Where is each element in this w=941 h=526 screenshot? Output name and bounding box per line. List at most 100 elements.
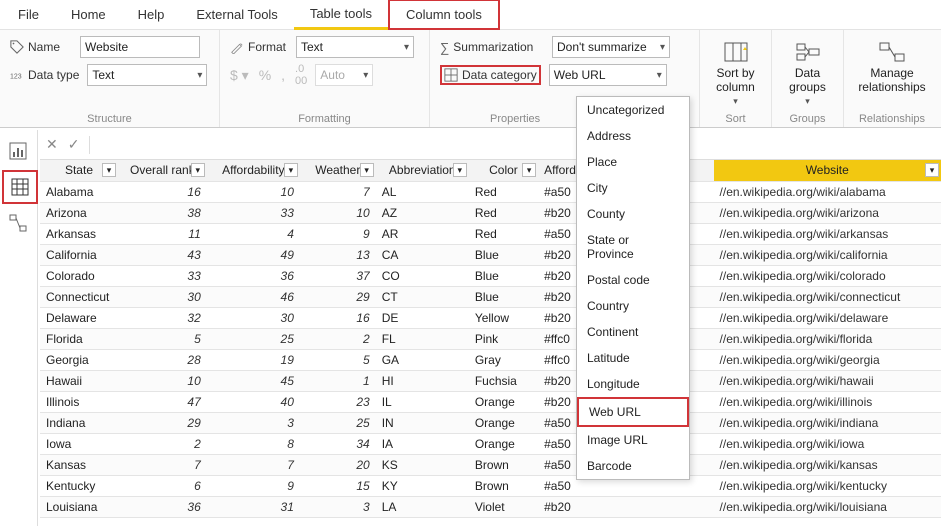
cell: Brown xyxy=(469,475,538,496)
cell: 8 xyxy=(207,433,300,454)
datatype-select[interactable]: Text xyxy=(87,64,207,86)
cell: //en.wikipedia.org/wiki/california xyxy=(714,244,941,265)
col-affordability[interactable]: Affordability▾ xyxy=(207,160,300,181)
filter-icon[interactable]: ▾ xyxy=(191,163,205,177)
tab-external-tools[interactable]: External Tools xyxy=(180,1,293,28)
filter-icon[interactable]: ▾ xyxy=(102,163,116,177)
tab-home[interactable]: Home xyxy=(55,1,122,28)
option-postal-code[interactable]: Postal code xyxy=(577,267,689,293)
col-state[interactable]: State▾ xyxy=(40,160,118,181)
cell: Brown xyxy=(469,454,538,475)
option-longitude[interactable]: Longitude xyxy=(577,371,689,397)
filter-icon[interactable]: ▾ xyxy=(522,163,536,177)
option-place[interactable]: Place xyxy=(577,149,689,175)
cell: 33 xyxy=(118,265,207,286)
cell: 10 xyxy=(118,370,207,391)
cell: //en.wikipedia.org/wiki/louisiana xyxy=(714,496,941,517)
percent-icon[interactable]: % xyxy=(259,67,271,83)
tab-column-tools[interactable]: Column tools xyxy=(388,0,500,30)
group-structure: Name Website 123 Data type Text Structur… xyxy=(0,30,220,127)
manage-relationships-button[interactable]: Manage relationships xyxy=(850,36,933,98)
table-row[interactable]: Arizona383310AZRed#b20//en.wikipedia.org… xyxy=(40,202,941,223)
cell: IA xyxy=(376,433,469,454)
table-row[interactable]: Arkansas1149ARRed#a50//en.wikipedia.org/… xyxy=(40,223,941,244)
group-formatting: Format Text $ ▾ % , .000 Auto Formatting xyxy=(220,30,430,127)
cell: Yellow xyxy=(469,307,538,328)
table-row[interactable]: Louisiana36313LAViolet#b20//en.wikipedia… xyxy=(40,496,941,517)
table-row[interactable]: Florida5252FLPink#ffc0//en.wikipedia.org… xyxy=(40,328,941,349)
filter-icon[interactable]: ▾ xyxy=(360,163,374,177)
cell: 40 xyxy=(207,391,300,412)
cell: 38 xyxy=(118,202,207,223)
cell: //en.wikipedia.org/wiki/arkansas xyxy=(714,223,941,244)
cell: LA xyxy=(376,496,469,517)
table-row[interactable]: Colorado333637COBlue#b20//en.wikipedia.o… xyxy=(40,265,941,286)
table-row[interactable]: Kentucky6915KYBrown#a50//en.wikipedia.or… xyxy=(40,475,941,496)
tab-table-tools[interactable]: Table tools xyxy=(294,0,388,30)
cell: Blue xyxy=(469,265,538,286)
cell: 2 xyxy=(118,433,207,454)
data-view-button[interactable] xyxy=(2,170,38,204)
cell: AR xyxy=(376,223,469,244)
option-county[interactable]: County xyxy=(577,201,689,227)
table-row[interactable]: Kansas7720KSBrown#a50//en.wikipedia.org/… xyxy=(40,454,941,475)
col-color[interactable]: Color▾ xyxy=(469,160,538,181)
option-state-or-province[interactable]: State or Province xyxy=(577,227,689,267)
tag-icon xyxy=(10,40,24,54)
format-select[interactable]: Text xyxy=(296,36,414,58)
report-view-button[interactable] xyxy=(0,134,36,168)
view-rail xyxy=(0,130,38,526)
option-continent[interactable]: Continent xyxy=(577,319,689,345)
datacategory-select[interactable]: Web URL xyxy=(549,64,667,86)
cell: Red xyxy=(469,181,538,202)
summarization-select[interactable]: Don't summarize xyxy=(552,36,670,58)
data-groups-button[interactable]: Data groups▾ xyxy=(781,36,834,111)
cell: //en.wikipedia.org/wiki/connecticut xyxy=(714,286,941,307)
cell: 9 xyxy=(300,223,376,244)
option-web-url[interactable]: Web URL xyxy=(577,397,689,427)
cell: Delaware xyxy=(40,307,118,328)
table-row[interactable]: Connecticut304629CTBlue#b20//en.wikipedi… xyxy=(40,286,941,307)
cell: 46 xyxy=(207,286,300,307)
category-icon xyxy=(444,68,458,82)
option-country[interactable]: Country xyxy=(577,293,689,319)
table-row[interactable]: Hawaii10451HIFuchsia#b20//en.wikipedia.o… xyxy=(40,370,941,391)
commit-icon[interactable]: ✓ xyxy=(68,136,80,153)
col-abbreviation[interactable]: Abbreviation▾ xyxy=(376,160,469,181)
name-input[interactable]: Website xyxy=(80,36,200,58)
separator xyxy=(89,136,90,154)
table-row[interactable]: Delaware323016DEYellow#b20//en.wikipedia… xyxy=(40,307,941,328)
cell xyxy=(592,496,713,517)
col-weather[interactable]: Weather▾ xyxy=(300,160,376,181)
cell: //en.wikipedia.org/wiki/georgia xyxy=(714,349,941,370)
option-barcode[interactable]: Barcode xyxy=(577,453,689,479)
cell: IN xyxy=(376,412,469,433)
table-row[interactable]: California434913CABlue#b20//en.wikipedia… xyxy=(40,244,941,265)
option-image-url[interactable]: Image URL xyxy=(577,427,689,453)
col-website[interactable]: Website▾ xyxy=(714,160,941,181)
report-view-icon xyxy=(9,142,27,160)
option-address[interactable]: Address xyxy=(577,123,689,149)
option-uncategorized[interactable]: Uncategorized xyxy=(577,97,689,123)
table-row[interactable]: Iowa2834IAOrange#a50//en.wikipedia.org/w… xyxy=(40,433,941,454)
auto-select[interactable]: Auto xyxy=(315,64,373,86)
comma-icon[interactable]: , xyxy=(281,67,285,83)
table-row[interactable]: Alabama16107ALRed#a50//en.wikipedia.org/… xyxy=(40,181,941,202)
filter-icon[interactable]: ▾ xyxy=(284,163,298,177)
table-row[interactable]: Illinois474023ILOrange#b20//en.wikipedia… xyxy=(40,391,941,412)
model-view-button[interactable] xyxy=(0,206,36,240)
sort-by-column-button[interactable]: Sort by column▾ xyxy=(708,36,763,111)
tab-help[interactable]: Help xyxy=(122,1,181,28)
cell: 36 xyxy=(207,265,300,286)
currency-icon[interactable]: $ ▾ xyxy=(230,67,249,84)
filter-icon[interactable]: ▾ xyxy=(925,163,939,177)
table-row[interactable]: Indiana29325INOrange#a50//en.wikipedia.o… xyxy=(40,412,941,433)
cancel-icon[interactable]: ✕ xyxy=(46,136,58,153)
option-city[interactable]: City xyxy=(577,175,689,201)
option-latitude[interactable]: Latitude xyxy=(577,345,689,371)
filter-icon[interactable]: ▾ xyxy=(453,163,467,177)
table-row[interactable]: Georgia28195GAGray#ffc0//en.wikipedia.or… xyxy=(40,349,941,370)
decimal-icon[interactable]: .000 xyxy=(295,63,307,87)
tab-file[interactable]: File xyxy=(2,1,55,28)
col-overall-rank[interactable]: Overall rank▾ xyxy=(118,160,207,181)
